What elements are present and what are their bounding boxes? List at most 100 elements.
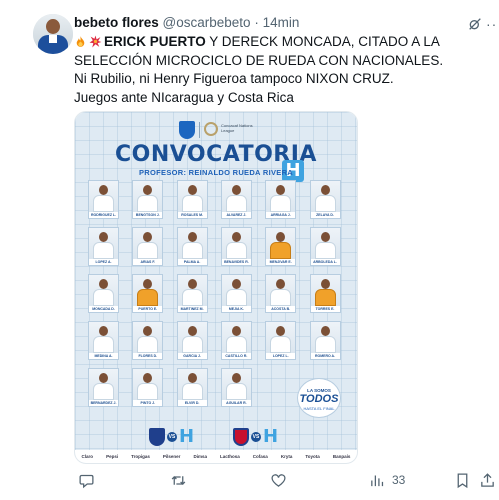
player-name: ACOSTA B. (266, 306, 296, 312)
fenafuth-logo (179, 121, 195, 139)
more-icon[interactable]: ··· (486, 16, 499, 32)
player-name: AGUILAR R. (221, 400, 251, 406)
player-card: RODRIGUEZ L. (88, 180, 119, 219)
action-bar: 33 (74, 470, 499, 490)
player-card: GARCIA J. (176, 321, 208, 360)
fire-emoji (76, 36, 85, 47)
player-card: ELVIR D. (176, 368, 208, 407)
player-name: ARRIAGA J. (266, 212, 296, 218)
views-button[interactable]: 33 (369, 470, 405, 490)
retweet-button[interactable] (170, 470, 193, 490)
player-name: BENAVIDES R. (221, 259, 251, 265)
player-name: ZELAYA D. (310, 212, 340, 218)
player-name: RODRIGUEZ L. (89, 212, 118, 218)
sponsor-logo: Toyota (305, 454, 320, 459)
player-card: PUERTO E. (132, 274, 164, 313)
player-name: PINTO J. (133, 400, 163, 406)
author-name[interactable]: bebeto flores (74, 15, 159, 30)
tweet[interactable]: bebeto flores @oscarbebeto · 14min ··· E… (0, 0, 499, 500)
sponsor-logo: Kryta (280, 454, 293, 459)
player-name: MARTINEZ M. (177, 306, 207, 312)
author-handle[interactable]: @oscarbebeto (163, 15, 251, 30)
brand-text: Concacaf Nations League (221, 123, 253, 133)
player-card: MARTINEZ M. (176, 274, 208, 313)
views-icon (371, 475, 384, 486)
player-name: ROMERO A. (310, 353, 340, 359)
vs-badge: VS (167, 432, 177, 442)
player-card: TORRES E. (309, 274, 341, 313)
player-name: BENGTSON J. (133, 212, 163, 218)
player-card: MEDINA A. (88, 321, 119, 360)
bookmark-icon (457, 472, 468, 488)
grok-icon[interactable] (467, 16, 483, 32)
player-name: FLORES D. (133, 353, 163, 359)
player-card: PALMA A. (176, 227, 208, 266)
player-name: MONCADA D. (89, 306, 118, 312)
sponsor-logo: Tropigas (131, 454, 150, 459)
player-name: ROSALES M. (177, 212, 207, 218)
views-count: 33 (392, 473, 406, 487)
player-name: ARBOLEDA L. (310, 259, 340, 265)
player-card: ALVAREZ J. (220, 180, 252, 219)
player-card: ACOSTA B. (265, 274, 297, 313)
tweet-text: ERICK PUERTO Y DERECK MONCADA, CITADO A … (74, 33, 494, 107)
like-button[interactable] (270, 470, 293, 490)
bookmark-button[interactable] (454, 470, 471, 490)
sponsor-bar: Claro Pepsi Tropigas Pilsener Dimsa Lacthosa C… (75, 450, 357, 463)
sponsor-logo: Cofasa (252, 454, 268, 459)
player-name: MEJIA K. (221, 306, 251, 312)
player-card: MEJIA K. (220, 274, 252, 313)
collision-emoji (89, 35, 102, 48)
player-name: LOPEZ L. (266, 353, 296, 359)
separator: · (254, 15, 259, 30)
costa-rica-shield (233, 428, 249, 446)
player-name: ARIAS F. (133, 259, 163, 265)
sponsor-logo: Pepsi (106, 454, 119, 459)
player-card: CASTILLO R. (220, 321, 252, 360)
tweet-line-3: Juegos ante NIcaragua y Costa Rica (74, 89, 294, 105)
tweet-image[interactable]: Concacaf Nations League CONVOCATORIA H P… (74, 111, 358, 464)
share-button[interactable] (479, 470, 496, 490)
player-card: ZELAYA D. (309, 180, 341, 219)
match-strip: VS H VS H (135, 426, 295, 448)
nicaragua-shield (149, 428, 165, 446)
todos-bottom: HASTA EL FINAL (303, 406, 335, 411)
sponsor-logo: Pilsener (162, 454, 181, 459)
sponsor-logo: Banpaís (332, 454, 351, 459)
sponsor-logo: Claro (81, 454, 94, 459)
player-card: BENAVIDES R. (220, 227, 252, 266)
tweet-time[interactable]: 14min (263, 15, 300, 30)
player-card: FLORES D. (132, 321, 164, 360)
player-name: PALMA A. (177, 259, 207, 265)
player-name: ALVAREZ J. (221, 212, 251, 218)
concacaf-logo (204, 122, 218, 136)
player-name: ELVIR D. (177, 400, 207, 406)
reply-button[interactable] (78, 470, 101, 490)
poster-title: CONVOCATORIA (115, 142, 317, 167)
player-card: ROMERO A. (309, 321, 341, 360)
player-card: LOPEZ A. (88, 227, 119, 266)
player-card: AGUILAR R. (220, 368, 252, 407)
player-name: MENJIVAR E. (266, 259, 296, 265)
player-name: CASTILLO R. (221, 353, 251, 359)
share-icon (481, 472, 494, 487)
poster-subtitle: PROFESOR: REINALDO RUEDA RIVERA (138, 168, 294, 177)
player-name: PUERTO E. (133, 306, 163, 312)
sponsor-logo: Dimsa (193, 454, 207, 459)
player-card: BENGTSON J. (132, 180, 164, 219)
player-name: GARCIA J. (177, 353, 207, 359)
poster-logos: Concacaf Nations League (179, 120, 253, 140)
player-card: LOPEZ L. (265, 321, 297, 360)
like-icon (271, 473, 286, 487)
tweet-line-1: ERICK PUERTO Y DERECK MONCADA, CITADO A … (74, 33, 494, 70)
todos-main: TODOS (299, 393, 339, 405)
player-card: MENJIVAR E. (265, 227, 297, 266)
retweet-icon (171, 475, 186, 485)
player-name: BERNARDEZ J. (89, 400, 118, 406)
avatar[interactable] (33, 14, 73, 54)
player-card: ARBOLEDA L. (309, 227, 341, 266)
vs-badge: VS (251, 432, 261, 442)
honduras-h: H (263, 426, 279, 447)
player-card: BERNARDEZ J. (88, 368, 119, 407)
player-name: MEDINA A. (89, 353, 118, 359)
